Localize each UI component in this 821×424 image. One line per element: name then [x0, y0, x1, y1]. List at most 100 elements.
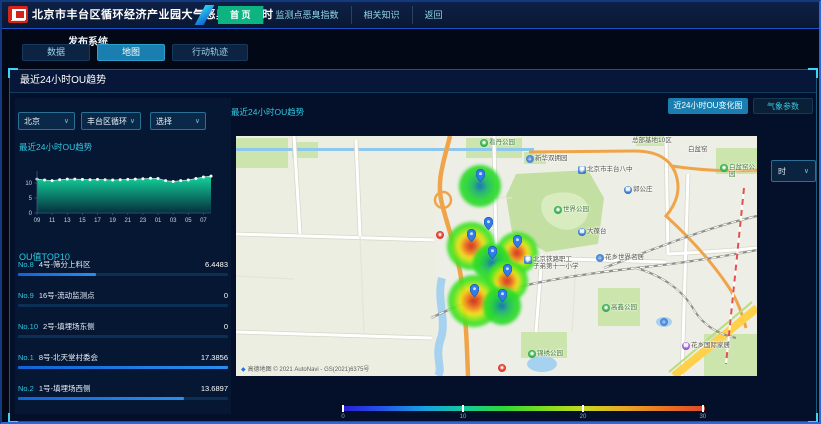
poi-red-icon: ● [498, 364, 506, 372]
publish-tab-3[interactable]: 行动轨迹 [172, 44, 248, 61]
rank-label: No.8 [18, 260, 34, 269]
svg-text:01: 01 [155, 218, 162, 224]
park-select-value: 丰台区循环经济产 [87, 116, 127, 127]
site-select-value: 选择 [156, 116, 172, 127]
map-marker-pin[interactable] [467, 229, 476, 242]
home-icon: ⌂ [526, 155, 534, 163]
map-poi-label: 学北京铁路职工 子弟第十一小学 [524, 256, 579, 270]
publish-tabs: 数据地图行动轨迹 [22, 44, 248, 61]
top10-row[interactable]: No.102号-填埋场东侧0 [18, 321, 228, 349]
app-header: 北京市丰台区循环经济产业园大气恶臭状况实时 首 页监测点恶臭指数相关知识返回 [2, 2, 819, 29]
main-panel: 最近24小时OU趋势 北京∨ 丰台区循环经济产∨ 选择∨ 最近24小时OU趋势 … [9, 69, 817, 422]
map-attribution: ◆高德地图 © 2021 AutoNavi - GS(2021)6375号 [241, 364, 369, 373]
top10-row[interactable]: No.18号-北天堂村委会17.3856 [18, 352, 228, 380]
site-name: 8号-北天堂村委会 [39, 352, 98, 363]
map-poi-text: 看丹公园 [489, 139, 515, 146]
panel-corner [8, 413, 18, 423]
ou-color-scale [343, 406, 705, 411]
rank-label: No.9 [18, 291, 34, 300]
scale-tick-label: 10 [460, 414, 467, 420]
map-section-label: 最近24小时OU趋势 [231, 106, 304, 118]
progress-fill [18, 397, 184, 400]
map-marker-pin[interactable] [484, 217, 493, 230]
map-poi-text: 北京市丰台八中 [587, 166, 633, 173]
map-poi-icon: ⌂ [660, 318, 669, 326]
svg-text:07: 07 [200, 218, 207, 224]
top10-row[interactable]: No.21号-填埋场西侧13.6897 [18, 383, 228, 411]
ou-change-map-button[interactable]: 近24小时OU变化图 [668, 98, 748, 114]
metro-icon: M [624, 186, 632, 194]
amap-logo-icon: ◆ [241, 367, 246, 373]
map-poi-text: 高鑫公园 [611, 304, 637, 311]
publish-tab-2[interactable]: 地图 [97, 44, 165, 61]
left-panel: 北京∨ 丰台区循环经济产∨ 选择∨ 最近24小时OU趋势 05100911131… [15, 98, 231, 414]
map-marker-pin[interactable] [470, 284, 479, 297]
nav-item-3[interactable]: 相关知识 [351, 6, 412, 24]
map-marker-pin[interactable] [513, 235, 522, 248]
progress-track [18, 335, 228, 338]
svg-text:11: 11 [49, 218, 56, 224]
svg-text:19: 19 [109, 218, 116, 224]
map-poi-text: 花乡世界名居 [605, 254, 644, 261]
top10-row[interactable]: No.84号-筛分上料区6.4483 [18, 259, 228, 287]
scale-tick-mark [342, 405, 344, 412]
map-poi-text: 新华双拥园 [535, 155, 568, 162]
map-marker-pin[interactable] [503, 264, 512, 277]
map-poi-label: 总部基地10区 [632, 137, 672, 144]
main-nav: 首 页监测点恶臭指数相关知识返回 [218, 2, 455, 28]
nav-item-2[interactable]: 监测点恶臭指数 [263, 6, 351, 24]
nav-item-4[interactable]: 返回 [412, 6, 455, 24]
svg-text:17: 17 [94, 218, 101, 224]
time-unit-select[interactable]: 时∨ [771, 160, 816, 182]
map-poi-text: 总部基地10区 [632, 137, 672, 144]
map-marker-pin[interactable] [488, 246, 497, 259]
home-icon: ⌂ [660, 318, 668, 326]
ou-value: 13.6897 [201, 384, 228, 393]
app-logo-icon [8, 6, 28, 23]
weather-params-button[interactable]: 气象参数 [753, 98, 813, 114]
metro2-icon: M [682, 342, 690, 350]
app-window: 北京市丰台区循环经济产业园大气恶臭状况实时 首 页监测点恶臭指数相关知识返回 发… [0, 0, 821, 424]
svg-text:15: 15 [79, 218, 86, 224]
map-poi-text: 大葆台 [587, 228, 607, 235]
svg-text:23: 23 [140, 218, 147, 224]
panel-title: 最近24小时OU趋势 [10, 70, 816, 93]
city-select-value: 北京 [24, 116, 40, 127]
park-select[interactable]: 丰台区循环经济产∨ [81, 112, 141, 130]
map-attribution-text: 高德地图 © 2021 AutoNavi - GS(2021)6375号 [248, 367, 370, 373]
ou-value: 0 [224, 322, 228, 331]
publish-tab-1[interactable]: 数据 [22, 44, 90, 61]
scale-tick-mark [462, 405, 464, 412]
map-poi-text: 锦绣公园 [537, 350, 563, 357]
metro-icon: M [578, 228, 586, 236]
map-marker-pin[interactable] [498, 289, 507, 302]
site-name: 16号-流动监测点 [39, 290, 95, 301]
park-icon: ♣ [528, 350, 536, 358]
progress-fill [18, 273, 96, 276]
map-poi-label: M花乡国际家居 [682, 342, 730, 350]
chevron-down-icon: ∨ [804, 167, 809, 175]
home-icon: ⌂ [596, 254, 604, 262]
trend-chart-label: 最近24小时OU趋势 [19, 141, 92, 153]
nav-item-1[interactable]: 首 页 [218, 6, 263, 24]
progress-track [18, 397, 228, 400]
svg-text:10: 10 [25, 181, 32, 187]
city-select[interactable]: 北京 ∨ [18, 112, 75, 130]
map-poi-label: M大葆台 [578, 228, 607, 236]
chevron-down-icon: ∨ [64, 117, 69, 125]
map-poi-label: 白盆窑 [688, 146, 708, 153]
site-select[interactable]: 选择∨ [150, 112, 206, 130]
svg-text:05: 05 [185, 218, 192, 224]
scale-tick-mark [702, 405, 704, 412]
progress-track [18, 304, 228, 307]
site-name: 1号-填埋场西侧 [39, 383, 91, 394]
chevron-down-icon: ∨ [130, 117, 135, 125]
progress-track [18, 273, 228, 276]
map-poi-text: 郭公庄 [633, 186, 653, 193]
map-marker-pin[interactable] [476, 169, 485, 182]
map-poi-text: 北京铁路职工 子弟第十一小学 [533, 256, 579, 270]
map-poi-label: ♣高鑫公园 [602, 304, 637, 312]
park-icon: ♣ [554, 206, 562, 214]
map-container[interactable]: ♣看丹公园⌂新华双拥园总部基地10区学北京市丰台八中M郭公庄♣世界公园M大葆台白… [236, 136, 757, 376]
top10-row[interactable]: No.916号-流动监测点0 [18, 290, 228, 318]
